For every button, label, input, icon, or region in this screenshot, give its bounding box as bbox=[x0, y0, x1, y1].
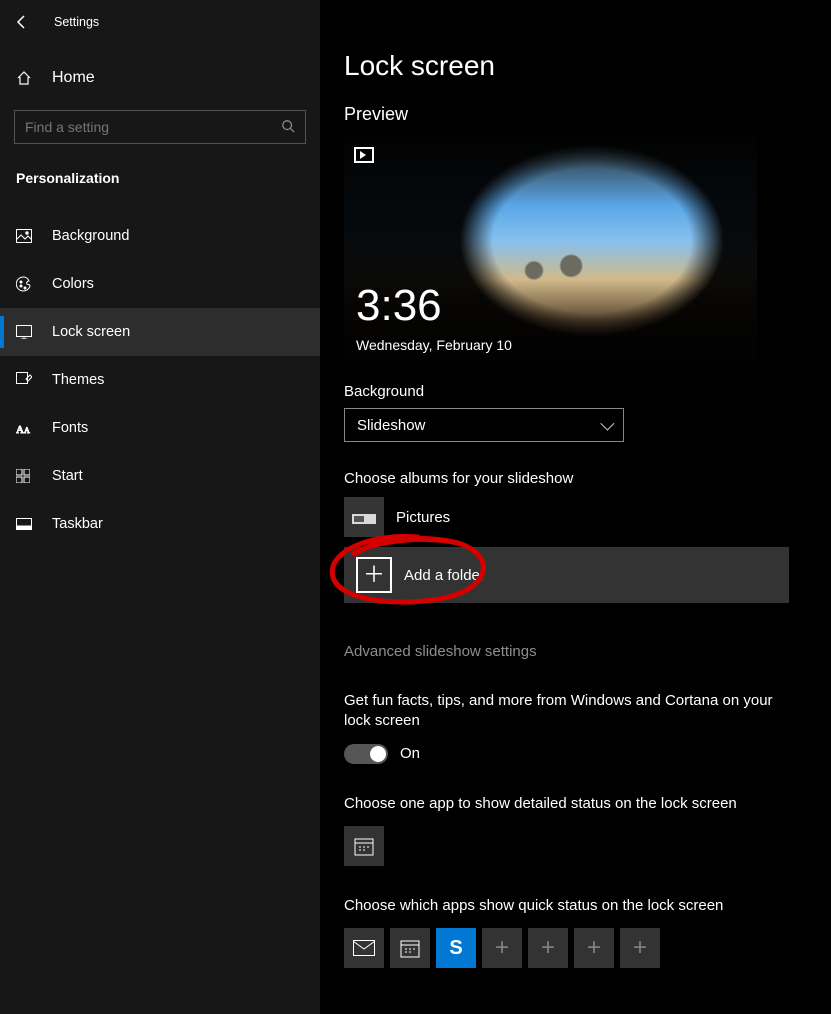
titlebar: Settings bbox=[0, 0, 320, 44]
mail-icon bbox=[353, 940, 375, 956]
sidebar-item-background[interactable]: Background bbox=[0, 212, 320, 260]
svg-text:A: A bbox=[24, 426, 30, 435]
fun-facts-toggle-row: On bbox=[344, 744, 791, 764]
home-nav[interactable]: Home bbox=[0, 56, 320, 100]
svg-text:A: A bbox=[16, 424, 24, 435]
quick-status-app-skype[interactable]: S bbox=[436, 928, 476, 968]
brush-icon bbox=[16, 372, 34, 388]
sidebar-item-label: Lock screen bbox=[52, 324, 130, 340]
monitor-icon bbox=[16, 325, 34, 339]
calendar-icon bbox=[354, 836, 374, 856]
quick-status-slot-add-4[interactable]: + bbox=[620, 928, 660, 968]
dropdown-value: Slideshow bbox=[357, 417, 425, 434]
sidebar: Settings Home Personalization Background… bbox=[0, 0, 320, 1014]
search-box[interactable] bbox=[14, 110, 306, 144]
sidebar-item-themes[interactable]: Themes bbox=[0, 356, 320, 404]
nav-list: Background Colors Lock screen Themes AA … bbox=[0, 212, 320, 548]
window-title: Settings bbox=[54, 15, 99, 29]
sidebar-item-label: Fonts bbox=[52, 420, 88, 436]
palette-icon bbox=[16, 276, 34, 292]
album-thumbnail bbox=[344, 497, 384, 537]
detailed-status-app-calendar[interactable] bbox=[344, 826, 384, 866]
page-title: Lock screen bbox=[344, 50, 791, 82]
add-folder-label: Add a folder bbox=[404, 567, 485, 584]
slideshow-icon bbox=[354, 147, 374, 163]
preview-heading: Preview bbox=[344, 104, 791, 125]
background-label: Background bbox=[344, 383, 791, 400]
section-heading: Personalization bbox=[0, 150, 320, 194]
chevron-down-icon bbox=[600, 417, 614, 431]
plus-icon: ＋ bbox=[356, 557, 392, 593]
quick-status-slot-add-3[interactable]: + bbox=[574, 928, 614, 968]
album-item-pictures[interactable]: Pictures bbox=[344, 497, 791, 537]
home-label: Home bbox=[52, 69, 95, 87]
fun-facts-toggle[interactable] bbox=[344, 744, 388, 764]
search-icon bbox=[281, 119, 295, 136]
sidebar-item-label: Taskbar bbox=[52, 516, 103, 532]
quick-status-app-mail[interactable] bbox=[344, 928, 384, 968]
background-dropdown[interactable]: Slideshow bbox=[344, 408, 624, 442]
album-label: Pictures bbox=[396, 509, 450, 526]
quick-status-slot-add-2[interactable]: + bbox=[528, 928, 568, 968]
start-icon bbox=[16, 469, 34, 483]
sidebar-item-colors[interactable]: Colors bbox=[0, 260, 320, 308]
quick-status-label: Choose which apps show quick status on t… bbox=[344, 896, 784, 916]
preview-date: Wednesday, February 10 bbox=[356, 337, 512, 353]
quick-status-app-calendar[interactable] bbox=[390, 928, 430, 968]
image-icon bbox=[16, 229, 34, 243]
lock-screen-preview: 3:36 Wednesday, February 10 bbox=[344, 137, 757, 367]
sidebar-item-label: Themes bbox=[52, 372, 104, 388]
calendar-icon bbox=[400, 938, 420, 958]
plus-icon: + bbox=[541, 934, 555, 962]
main-content: Lock screen Preview 3:36 Wednesday, Febr… bbox=[320, 0, 831, 1014]
back-button[interactable] bbox=[14, 14, 30, 30]
font-icon: AA bbox=[16, 421, 34, 435]
toggle-state-label: On bbox=[400, 745, 420, 762]
search-input[interactable] bbox=[25, 119, 281, 135]
sidebar-item-start[interactable]: Start bbox=[0, 452, 320, 500]
sidebar-item-label: Background bbox=[52, 228, 129, 244]
plus-icon: + bbox=[495, 934, 509, 962]
sidebar-item-lock-screen[interactable]: Lock screen bbox=[0, 308, 320, 356]
add-folder-button[interactable]: ＋ Add a folder bbox=[344, 547, 789, 603]
sidebar-item-label: Colors bbox=[52, 276, 94, 292]
detailed-status-label: Choose one app to show detailed status o… bbox=[344, 794, 784, 814]
sidebar-item-label: Start bbox=[52, 468, 83, 484]
fun-facts-label: Get fun facts, tips, and more from Windo… bbox=[344, 691, 784, 732]
albums-label: Choose albums for your slideshow bbox=[344, 470, 791, 487]
plus-icon: + bbox=[633, 934, 647, 962]
advanced-settings-link[interactable]: Advanced slideshow settings bbox=[344, 643, 537, 660]
home-icon bbox=[16, 70, 34, 86]
search-container bbox=[0, 100, 320, 150]
sidebar-item-fonts[interactable]: AA Fonts bbox=[0, 404, 320, 452]
taskbar-icon bbox=[16, 518, 34, 530]
skype-icon: S bbox=[449, 937, 462, 960]
plus-icon: + bbox=[587, 934, 601, 962]
preview-time: 3:36 bbox=[356, 281, 442, 331]
sidebar-item-taskbar[interactable]: Taskbar bbox=[0, 500, 320, 548]
quick-status-slot-add-1[interactable]: + bbox=[482, 928, 522, 968]
